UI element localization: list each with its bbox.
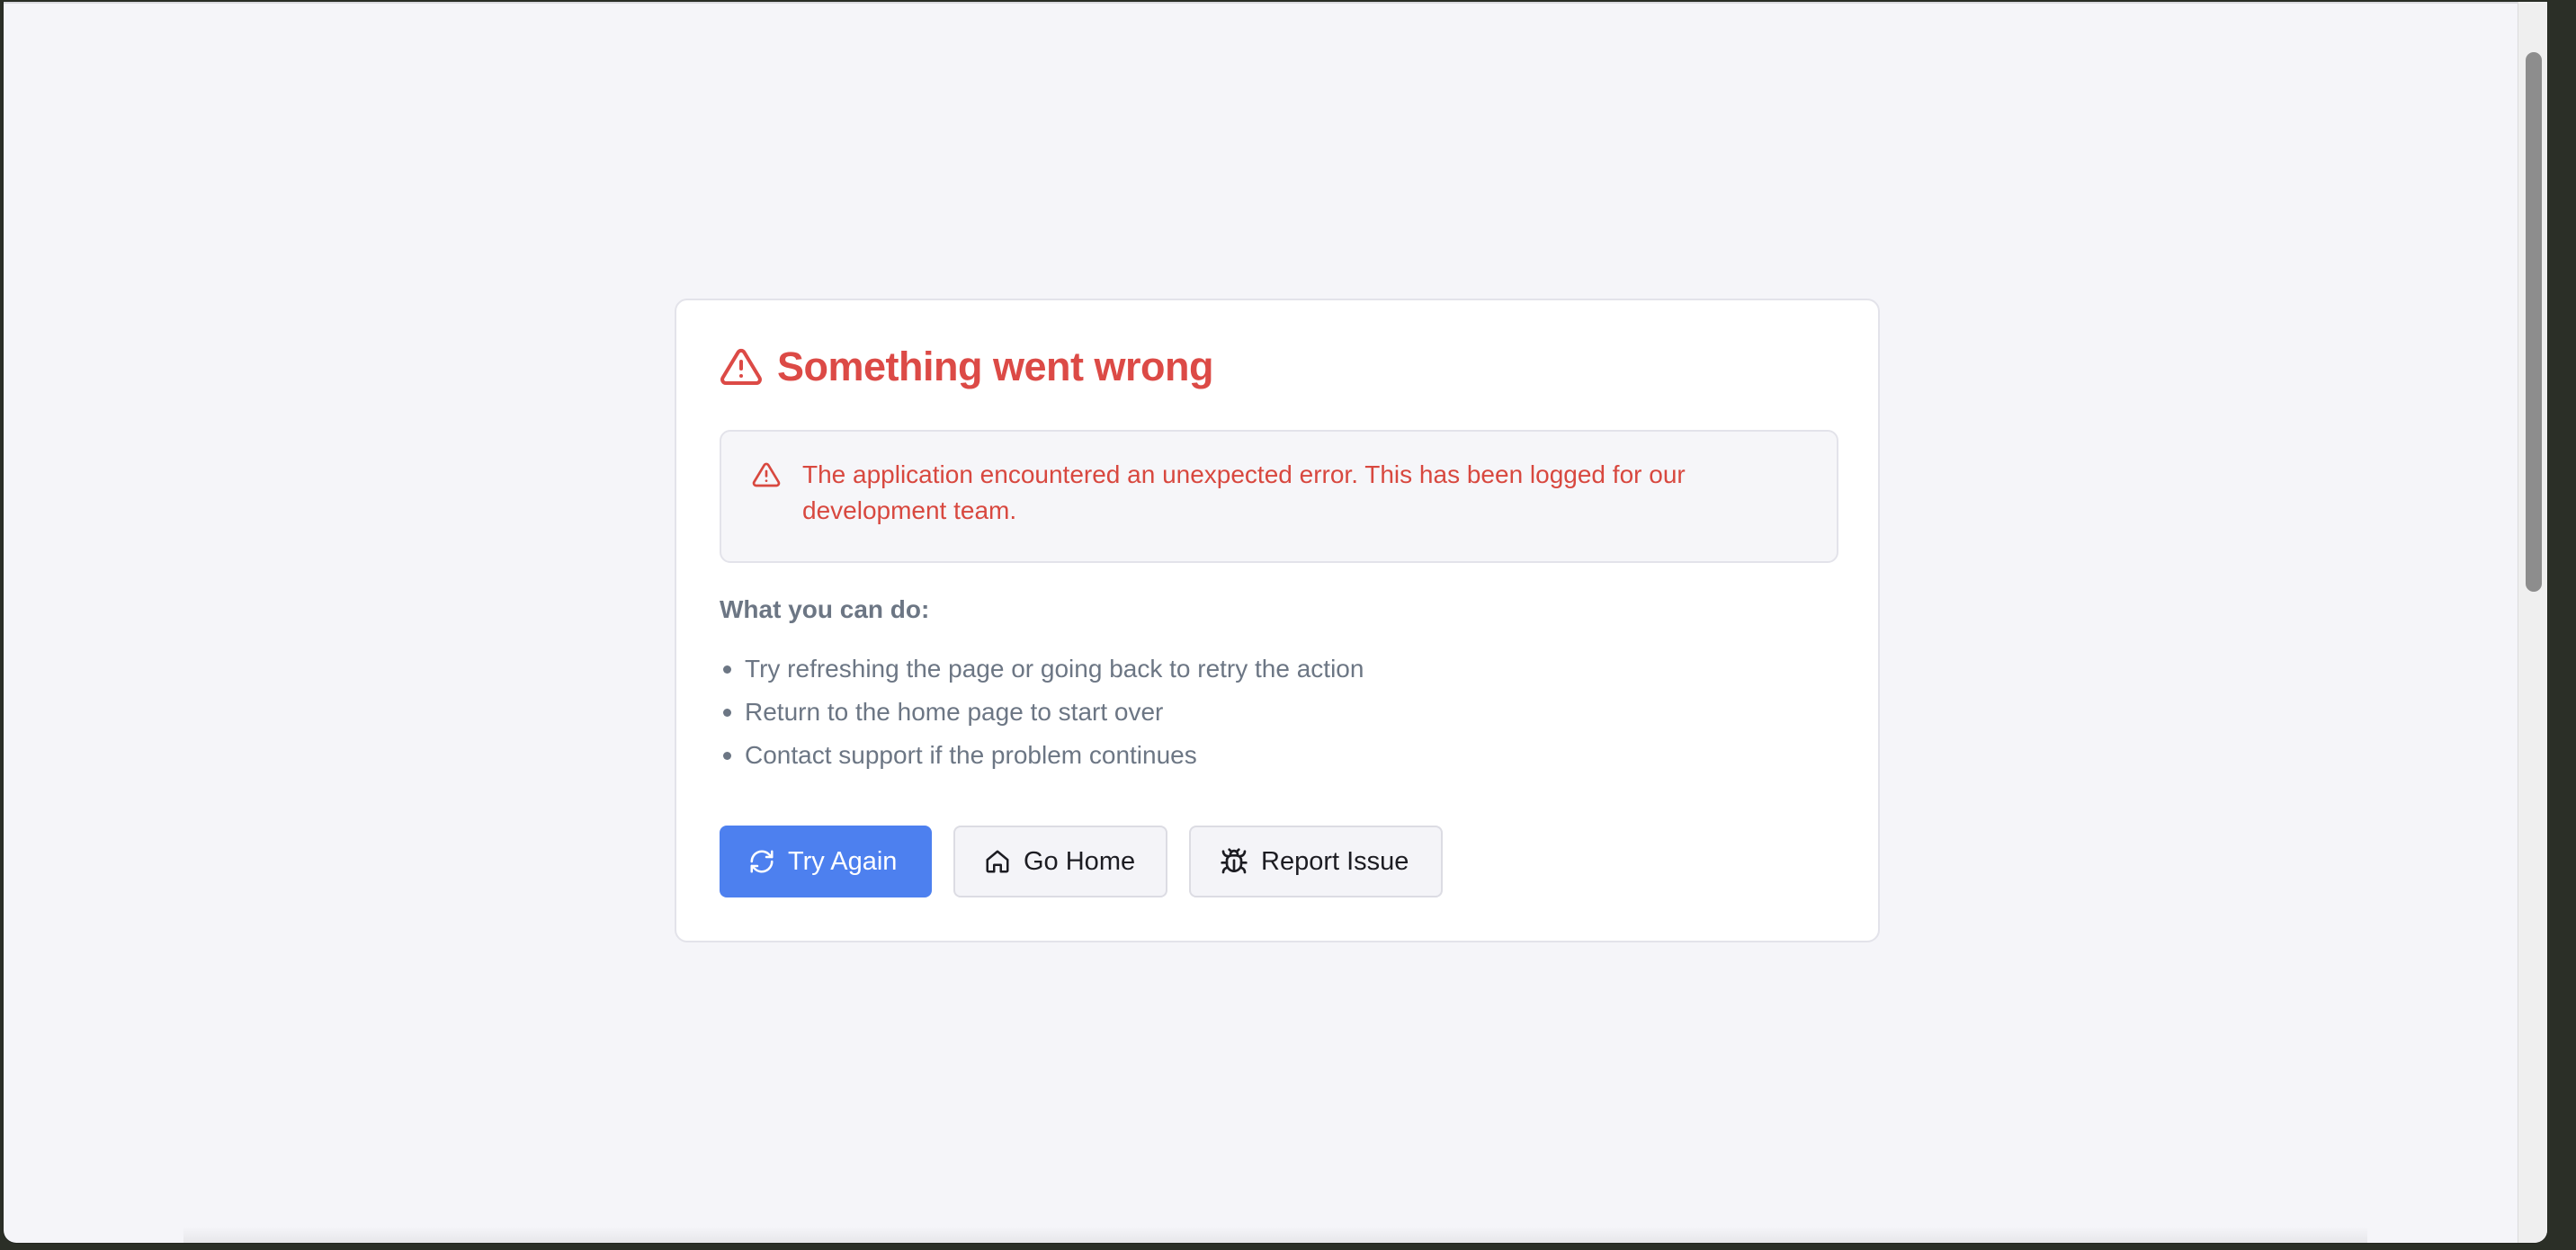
home-icon [984, 848, 1011, 875]
error-header: Something went wrong [720, 340, 1835, 394]
scrollbar-thumb[interactable] [2526, 52, 2542, 592]
page-title: Something went wrong [777, 344, 1213, 389]
error-alert: The application encountered an unexpecte… [720, 430, 1838, 563]
action-buttons: Try Again Go Home Report Issue [720, 826, 1835, 897]
alert-triangle-icon [752, 460, 781, 494]
try-again-button[interactable]: Try Again [720, 826, 932, 897]
bug-icon [1220, 847, 1248, 876]
error-card: Something went wrong The application enc… [675, 299, 1880, 942]
go-home-label: Go Home [1024, 846, 1136, 876]
report-issue-button[interactable]: Report Issue [1189, 826, 1443, 897]
browser-window: Something went wrong The application enc… [4, 2, 2547, 1243]
vertical-scrollbar[interactable] [2518, 2, 2547, 1243]
window-top-border [4, 2, 2547, 4]
list-item: Try refreshing the page or going back to… [723, 647, 1835, 691]
error-message: The application encountered an unexpecte… [802, 460, 1686, 524]
bottom-shadow [183, 1227, 2367, 1243]
alert-triangle-icon [720, 345, 763, 388]
refresh-icon [748, 848, 775, 875]
help-list: Try refreshing the page or going back to… [720, 647, 1835, 777]
list-item: Contact support if the problem continues [723, 734, 1835, 777]
try-again-label: Try Again [788, 846, 898, 876]
report-issue-label: Report Issue [1261, 846, 1409, 876]
help-heading: What you can do: [720, 595, 930, 623]
go-home-button[interactable]: Go Home [953, 826, 1167, 897]
list-item: Return to the home page to start over [723, 691, 1835, 734]
